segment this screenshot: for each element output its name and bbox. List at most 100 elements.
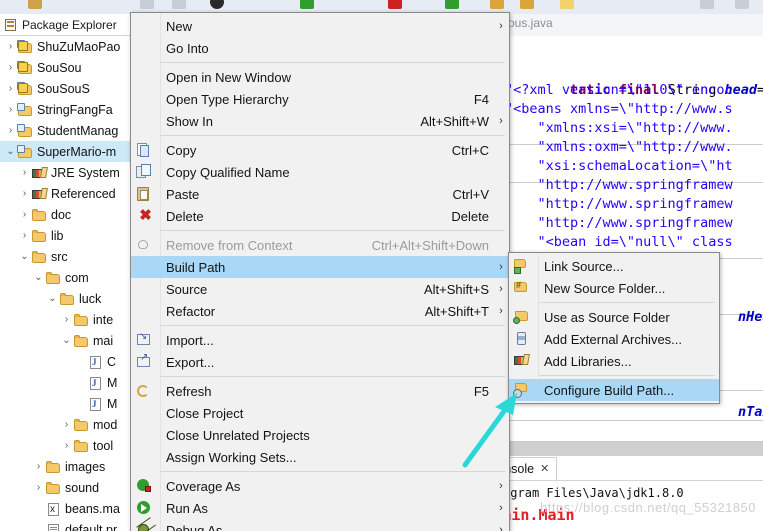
menu-item-show-in[interactable]: Show In Alt+Shift+W › [131,110,509,132]
tree-item-shuzumaopao[interactable]: › ShuZuMaoPao [0,36,134,57]
open-type-icon[interactable] [735,0,749,9]
tree-item-supermario-m[interactable]: ⌄ SuperMario-m [0,141,134,162]
tree-item-sousou[interactable]: › SouSou [0,57,134,78]
menu-item-refresh[interactable]: Refresh F5 [131,380,509,402]
tree-item-m[interactable]: M [0,372,134,393]
chevron-right-icon[interactable]: › [18,209,31,220]
print-icon[interactable] [140,0,154,9]
menu-item-export[interactable]: Export... [131,351,509,373]
coverage-icon[interactable] [445,0,459,9]
tree-item-label: sound [65,480,100,495]
chevron-right-icon[interactable]: › [32,461,45,472]
tree-item-images[interactable]: › images [0,456,134,477]
chevron-right-icon[interactable]: › [60,440,73,451]
tree-item-com[interactable]: ⌄ com [0,267,134,288]
debug-as-icon [131,520,160,531]
submenu-item-use-as-source-folder[interactable]: Use as Source Folder [509,306,719,328]
tree-item-m[interactable]: M [0,393,134,414]
paste-icon [131,184,160,204]
new-folder-icon[interactable] [172,0,186,9]
chevron-right-icon[interactable]: › [4,104,17,115]
submenu-item-configure-build-path[interactable]: Configure Build Path... [509,379,719,401]
tree-item-label: JRE System [51,165,120,180]
submenu-item-add-external-archives[interactable]: Add External Archives... [509,328,719,350]
new-package-icon[interactable] [490,0,504,9]
menu-item-copy-qualified-name[interactable]: Copy Qualified Name [131,161,509,183]
chevron-right-icon[interactable]: › [60,419,73,430]
chevron-right-icon[interactable]: › [4,125,17,136]
submenu-item-new-source-folder[interactable]: New Source Folder... [509,277,719,299]
refresh-icon [131,381,160,401]
chevron-right-icon[interactable]: › [4,41,17,52]
tree-item-sousous[interactable]: › SouSouS [0,78,134,99]
tree-item-c[interactable]: C [0,351,134,372]
tree-item-doc[interactable]: › doc [0,204,134,225]
menu-item-label: Close Project [166,405,244,421]
tree-item-mod[interactable]: › mod [0,414,134,435]
tree-item-stringfangfa[interactable]: › StringFangFa [0,99,134,120]
menu-item-source[interactable]: Source Alt+Shift+S › [131,278,509,300]
chevron-down-icon[interactable]: ⌄ [4,146,17,157]
chevron-right-icon[interactable]: › [4,62,17,73]
menu-item-close-project[interactable]: Close Project [131,402,509,424]
menu-item-go-into[interactable]: Go Into [131,37,509,59]
chevron-right-icon[interactable]: › [18,167,31,178]
tree-item-tool[interactable]: › tool [0,435,134,456]
tree-item-referenced[interactable]: › Referenced [0,183,134,204]
tree-item-src[interactable]: ⌄ src [0,246,134,267]
tree-item-beans-ma[interactable]: beans.ma [0,498,134,519]
submenu-item-label: New Source Folder... [544,280,666,296]
tree-item-luck[interactable]: ⌄ luck [0,288,134,309]
save-icon[interactable] [28,0,42,9]
context-menu[interactable]: New › Go Into Open in New Window Open Type H… [130,12,510,531]
new-class-icon[interactable] [520,0,534,9]
tree-item-inte[interactable]: › inte [0,309,134,330]
stop-icon[interactable] [388,0,402,9]
tree-item-studentmanag[interactable]: › StudentManag [0,120,134,141]
close-icon[interactable]: ✕ [540,462,549,475]
menu-item-open-in-new-window[interactable]: Open in New Window [131,66,509,88]
menu-item-delete[interactable]: ✖ Delete Delete [131,205,509,227]
code-field-nhead: nHead= [738,309,763,325]
submenu-item-add-libraries[interactable]: Add Libraries... [509,350,719,372]
menu-item-refactor[interactable]: Refactor Alt+Shift+T › [131,300,509,322]
chevron-right-icon[interactable]: › [60,314,73,325]
tab-editor-file[interactable]: ous.java [508,16,553,30]
run-icon[interactable] [300,0,314,9]
tree-item-mai[interactable]: ⌄ mai [0,330,134,351]
chevron-right-icon[interactable]: › [4,83,17,94]
menu-icon-none [131,425,160,445]
menu-item-open-type-hierarchy[interactable]: Open Type Hierarchy F4 [131,88,509,110]
menu-item-debug-as[interactable]: Debug As › [131,519,509,531]
tree-item-label: mai [93,333,114,348]
menu-item-import[interactable]: Import... [131,329,509,351]
chevron-down-icon[interactable]: ⌄ [60,335,73,346]
menu-item-copy[interactable]: Copy Ctrl+C [131,139,509,161]
menu-item-run-as[interactable]: Run As › [131,497,509,519]
chevron-right-icon[interactable]: › [32,482,45,493]
tree-item-default-pr[interactable]: default.pr [0,519,134,531]
debug-icon[interactable] [210,0,224,9]
menu-item-build-path[interactable]: Build Path › [131,256,509,278]
project-tree[interactable]: › ShuZuMaoPao › SouSou › SouSouS › StringFangFa… [0,36,134,531]
tree-item-lib[interactable]: › lib [0,225,134,246]
chevron-down-icon[interactable]: ⌄ [46,293,59,304]
menu-item-assign-working-sets[interactable]: Assign Working Sets... [131,446,509,468]
chevron-down-icon[interactable]: ⌄ [18,251,31,262]
chevron-right-icon[interactable]: › [18,188,31,199]
build-path-submenu[interactable]: Link Source... New Source Folder... Use as… [508,252,720,404]
submenu-item-link-source[interactable]: Link Source... [509,255,719,277]
menu-item-close-unrelated-projects[interactable]: Close Unrelated Projects [131,424,509,446]
menu-item-coverage-as[interactable]: Coverage As › [131,475,509,497]
tree-item-sound[interactable]: › sound [0,477,134,498]
chevron-right-icon[interactable]: › [18,230,31,241]
add-archives-icon [509,329,538,349]
tree-item-jre-system[interactable]: › JRE System [0,162,134,183]
chevron-down-icon[interactable]: ⌄ [32,272,45,283]
java-project-icon [17,123,34,139]
menu-item-new[interactable]: New › [131,15,509,37]
tab-package-explorer[interactable]: Package Explorer [0,14,134,36]
search-icon[interactable] [560,0,574,9]
menu-item-paste[interactable]: Paste Ctrl+V [131,183,509,205]
perspective-icon[interactable] [700,0,714,9]
